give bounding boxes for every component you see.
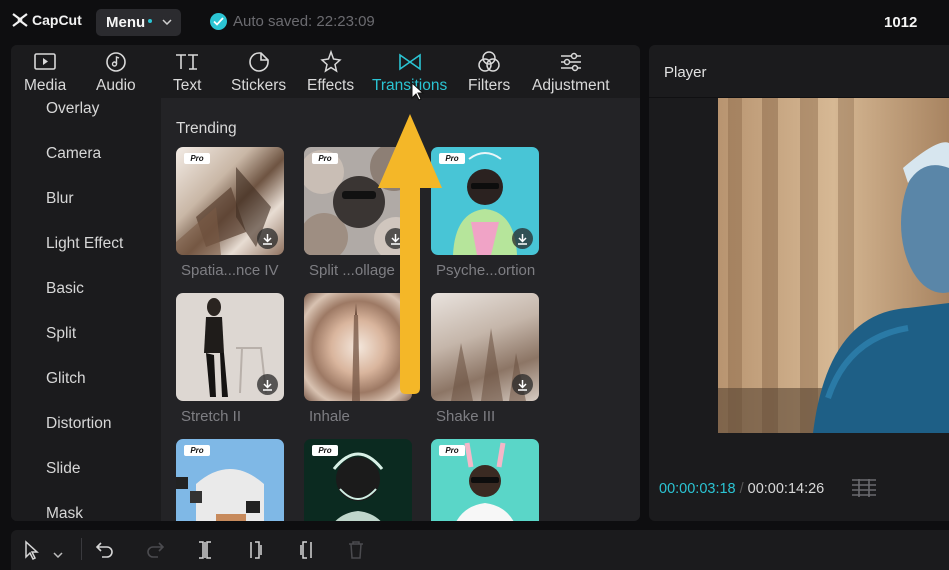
transitions-icon [398,53,421,71]
transition-categories: Overlay Camera Blur Light Effect Basic S… [11,98,161,521]
tab-text[interactable]: Text [173,49,201,95]
chevron-down-icon[interactable] [53,545,63,563]
total-time: 00:00:14:26 [747,481,825,497]
tab-media[interactable]: Media [24,49,66,95]
check-icon [210,13,227,30]
sidebar-item-distortion[interactable]: Distortion [46,415,111,433]
card-label: Shake III [436,408,496,425]
undo-icon[interactable] [95,540,115,563]
pro-badge: Pro [184,445,210,456]
sidebar-item-glitch[interactable]: Glitch [46,370,86,388]
pro-badge: Pro [184,153,210,164]
sidebar-item-camera[interactable]: Camera [46,145,101,163]
transition-card[interactable] [431,293,539,401]
trim-right-icon[interactable] [297,540,315,565]
transition-card[interactable]: Pro [431,439,539,521]
download-icon[interactable] [512,228,533,249]
player-panel: Player 00:00:03:18/00:00:14:26 [649,45,949,521]
text-icon [176,54,199,70]
card-label: Psyche...ortion [436,262,536,279]
chevron-down-icon [162,17,172,28]
trim-left-icon[interactable] [247,540,265,565]
app-logo-text: CapCut [32,12,82,28]
title-bar: CapCut Menu Auto saved: 22:23:09 1012 [0,0,949,44]
media-icon [34,53,56,70]
card-label: Spatia...nce IV [181,262,279,279]
mouse-cursor-icon [411,81,425,107]
filters-icon [478,51,500,72]
sidebar-item-overlay[interactable]: Overlay [46,100,99,118]
card-label: Inhale [309,408,350,425]
transition-card[interactable]: Pro [431,147,539,255]
sidebar-item-blur[interactable]: Blur [46,190,74,208]
effects-icon [319,49,342,73]
tab-filters[interactable]: Filters [468,49,510,95]
sidebar-item-light-effect[interactable]: Light Effect [46,235,123,253]
download-icon[interactable] [512,374,533,395]
autosave-text: Auto saved: 22:23:09 [233,13,375,30]
video-frame [718,98,949,433]
audio-icon [106,52,126,72]
autosave-status: Auto saved: 22:23:09 [210,13,375,30]
card-label: Stretch II [181,408,242,425]
transition-card[interactable]: Pro [176,147,284,255]
time-separator: / [739,481,744,497]
app-logo: CapCut [12,12,82,28]
transition-card[interactable]: Pro [176,439,284,521]
download-icon[interactable] [257,228,278,249]
tab-transitions[interactable]: Transitions [372,49,447,95]
transition-card[interactable] [176,293,284,401]
pro-badge: Pro [312,153,338,164]
menu-label: Menu [106,14,146,31]
timecode: 00:00:03:18/00:00:14:26 [659,481,824,497]
select-tool-icon[interactable] [23,540,41,565]
download-icon[interactable] [257,374,278,395]
current-time: 00:00:03:18 [659,481,736,497]
stickers-icon [248,52,269,72]
redo-icon[interactable] [145,540,165,563]
adjustment-icon [560,52,581,72]
toolbar-divider [81,538,82,560]
annotation-arrow-icon [376,112,444,400]
pro-badge: Pro [439,445,465,456]
split-icon[interactable] [196,540,214,565]
sidebar-item-split[interactable]: Split [46,325,76,343]
menu-notification-dot [148,18,153,23]
edit-toolbar [11,530,949,570]
sidebar-item-basic[interactable]: Basic [46,280,84,298]
category-tabs: Media Audio Text Stickers Effects Transi… [11,45,640,98]
tab-audio[interactable]: Audio [96,49,136,95]
sidebar-item-mask[interactable]: Mask [46,505,83,521]
transition-card[interactable]: Pro [304,439,412,521]
tab-stickers[interactable]: Stickers [231,49,286,95]
timeline-view-icon[interactable] [850,477,878,504]
player-header: Player [649,45,949,98]
video-preview[interactable] [718,98,949,433]
project-title[interactable]: 1012 [884,14,917,31]
section-title-trending: Trending [176,120,237,137]
player-title: Player [664,64,707,81]
sidebar-item-slide[interactable]: Slide [46,460,80,478]
materials-panel: Media Audio Text Stickers Effects Transi… [11,45,640,521]
delete-icon[interactable] [347,540,365,565]
capcut-logo-icon [12,13,28,27]
tab-effects[interactable]: Effects [307,49,354,95]
tab-adjustment[interactable]: Adjustment [532,49,610,95]
menu-button[interactable]: Menu [96,9,181,36]
pro-badge: Pro [312,445,338,456]
